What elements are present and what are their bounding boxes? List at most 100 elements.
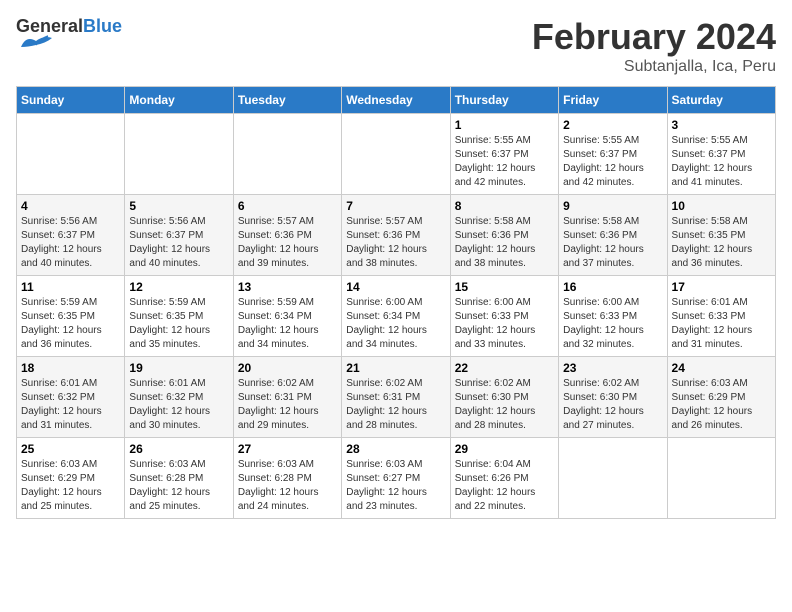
calendar-cell: 17Sunrise: 6:01 AMSunset: 6:33 PMDayligh… (667, 276, 775, 357)
calendar-cell (667, 438, 775, 519)
calendar-cell: 1 Sunrise: 5:55 AMSunset: 6:37 PMDaylight… (450, 114, 558, 195)
day-header-friday: Friday (559, 87, 667, 114)
calendar-cell: 3 Sunrise: 5:55 AMSunset: 6:37 PMDaylight… (667, 114, 775, 195)
day-number: 14 (346, 280, 445, 294)
day-header-tuesday: Tuesday (233, 87, 341, 114)
calendar-cell: 7 Sunrise: 5:57 AMSunset: 6:36 PMDaylight… (342, 195, 450, 276)
day-number: 7 (346, 199, 445, 213)
day-number: 29 (455, 442, 554, 456)
day-info: Sunrise: 5:59 AMSunset: 6:35 PMDaylight:… (129, 296, 228, 352)
logo: GeneralBlue (16, 16, 122, 51)
day-info: Sunrise: 6:01 AMSunset: 6:32 PMDaylight:… (21, 377, 120, 433)
day-number: 16 (563, 280, 662, 294)
calendar-cell: 18 Sunrise: 6:01 AMSunset: 6:32 PMDayligh… (17, 357, 125, 438)
calendar-cell: 10Sunrise: 5:58 AMSunset: 6:35 PMDayligh… (667, 195, 775, 276)
day-number: 3 (672, 118, 771, 132)
day-info: Sunrise: 5:58 AMSunset: 6:36 PMDaylight:… (563, 215, 662, 271)
day-number: 4 (21, 199, 120, 213)
calendar-cell: 28Sunrise: 6:03 AMSunset: 6:27 PMDayligh… (342, 438, 450, 519)
day-info: Sunrise: 6:02 AMSunset: 6:30 PMDaylight:… (563, 377, 662, 433)
location-subtitle: Subtanjalla, Ica, Peru (532, 58, 776, 76)
calendar-cell: 23Sunrise: 6:02 AMSunset: 6:30 PMDayligh… (559, 357, 667, 438)
week-row-3: 18 Sunrise: 6:01 AMSunset: 6:32 PMDayligh… (17, 357, 776, 438)
week-row-0: 1 Sunrise: 5:55 AMSunset: 6:37 PMDaylight… (17, 114, 776, 195)
day-info: Sunrise: 6:03 AMSunset: 6:28 PMDaylight:… (238, 458, 337, 514)
day-number: 20 (238, 361, 337, 375)
calendar-cell: 24 Sunrise: 6:03 AMSunset: 6:29 PMDayligh… (667, 357, 775, 438)
calendar-cell: 16 Sunrise: 6:00 AMSunset: 6:33 PMDayligh… (559, 276, 667, 357)
day-number: 9 (563, 199, 662, 213)
week-row-2: 11 Sunrise: 5:59 AMSunset: 6:35 PMDayligh… (17, 276, 776, 357)
day-number: 11 (21, 280, 120, 294)
day-number: 18 (21, 361, 120, 375)
day-header-wednesday: Wednesday (342, 87, 450, 114)
day-info: Sunrise: 5:56 AMSunset: 6:37 PMDaylight:… (129, 215, 228, 271)
day-info: Sunrise: 5:59 AMSunset: 6:34 PMDaylight:… (238, 296, 337, 352)
day-header-thursday: Thursday (450, 87, 558, 114)
calendar-cell: 29 Sunrise: 6:04 AMSunset: 6:26 PMDayligh… (450, 438, 558, 519)
day-info: Sunrise: 6:00 AMSunset: 6:34 PMDaylight:… (346, 296, 445, 352)
day-number: 2 (563, 118, 662, 132)
day-info: Sunrise: 6:00 AMSunset: 6:33 PMDaylight:… (563, 296, 662, 352)
calendar-cell: 14 Sunrise: 6:00 AMSunset: 6:34 PMDayligh… (342, 276, 450, 357)
logo-blue-text: Blue (83, 16, 122, 36)
day-number: 12 (129, 280, 228, 294)
day-info: Sunrise: 5:57 AMSunset: 6:36 PMDaylight:… (346, 215, 445, 271)
calendar-cell: 21 Sunrise: 6:02 AMSunset: 6:31 PMDayligh… (342, 357, 450, 438)
calendar-cell: 20 Sunrise: 6:02 AMSunset: 6:31 PMDayligh… (233, 357, 341, 438)
calendar-cell: 26 Sunrise: 6:03 AMSunset: 6:28 PMDayligh… (125, 438, 233, 519)
calendar-cell: 9 Sunrise: 5:58 AMSunset: 6:36 PMDaylight… (559, 195, 667, 276)
day-info: Sunrise: 5:55 AMSunset: 6:37 PMDaylight:… (563, 134, 662, 190)
day-number: 17 (672, 280, 771, 294)
day-info: Sunrise: 6:01 AMSunset: 6:32 PMDaylight:… (129, 377, 228, 433)
week-row-1: 4 Sunrise: 5:56 AMSunset: 6:37 PMDaylight… (17, 195, 776, 276)
calendar-cell: 15 Sunrise: 6:00 AMSunset: 6:33 PMDayligh… (450, 276, 558, 357)
calendar-cell: 12 Sunrise: 5:59 AMSunset: 6:35 PMDayligh… (125, 276, 233, 357)
calendar-cell: 22Sunrise: 6:02 AMSunset: 6:30 PMDayligh… (450, 357, 558, 438)
day-info: Sunrise: 5:59 AMSunset: 6:35 PMDaylight:… (21, 296, 120, 352)
day-number: 1 (455, 118, 554, 132)
day-number: 19 (129, 361, 228, 375)
calendar-cell: 5 Sunrise: 5:56 AMSunset: 6:37 PMDaylight… (125, 195, 233, 276)
day-info: Sunrise: 5:58 AMSunset: 6:35 PMDaylight:… (672, 215, 771, 271)
calendar-cell: 4 Sunrise: 5:56 AMSunset: 6:37 PMDaylight… (17, 195, 125, 276)
day-info: Sunrise: 5:58 AMSunset: 6:36 PMDaylight:… (455, 215, 554, 271)
day-number: 25 (21, 442, 120, 456)
calendar-cell: 27 Sunrise: 6:03 AMSunset: 6:28 PMDayligh… (233, 438, 341, 519)
calendar-cell: 6Sunrise: 5:57 AMSunset: 6:36 PMDaylight… (233, 195, 341, 276)
day-number: 8 (455, 199, 554, 213)
calendar-table: SundayMondayTuesdayWednesdayThursdayFrid… (16, 86, 776, 519)
day-info: Sunrise: 5:56 AMSunset: 6:37 PMDaylight:… (21, 215, 120, 271)
calendar-cell: 2 Sunrise: 5:55 AMSunset: 6:37 PMDaylight… (559, 114, 667, 195)
day-number: 5 (129, 199, 228, 213)
day-number: 21 (346, 361, 445, 375)
day-info: Sunrise: 6:02 AMSunset: 6:30 PMDaylight:… (455, 377, 554, 433)
day-info: Sunrise: 6:04 AMSunset: 6:26 PMDaylight:… (455, 458, 554, 514)
day-info: Sunrise: 5:57 AMSunset: 6:36 PMDaylight:… (238, 215, 337, 271)
day-info: Sunrise: 5:55 AMSunset: 6:37 PMDaylight:… (455, 134, 554, 190)
day-info: Sunrise: 6:00 AMSunset: 6:33 PMDaylight:… (455, 296, 554, 352)
calendar-cell: 25 Sunrise: 6:03 AMSunset: 6:29 PMDayligh… (17, 438, 125, 519)
day-number: 26 (129, 442, 228, 456)
day-header-saturday: Saturday (667, 87, 775, 114)
week-row-4: 25 Sunrise: 6:03 AMSunset: 6:29 PMDayligh… (17, 438, 776, 519)
day-info: Sunrise: 6:02 AMSunset: 6:31 PMDaylight:… (346, 377, 445, 433)
day-info: Sunrise: 6:03 AMSunset: 6:29 PMDaylight:… (672, 377, 771, 433)
day-number: 24 (672, 361, 771, 375)
day-number: 15 (455, 280, 554, 294)
calendar-cell (342, 114, 450, 195)
calendar-cell (17, 114, 125, 195)
logo-bird-icon (16, 33, 56, 51)
day-info: Sunrise: 5:55 AMSunset: 6:37 PMDaylight:… (672, 134, 771, 190)
calendar-cell: 11 Sunrise: 5:59 AMSunset: 6:35 PMDayligh… (17, 276, 125, 357)
day-header-sunday: Sunday (17, 87, 125, 114)
calendar-cell (233, 114, 341, 195)
day-info: Sunrise: 6:03 AMSunset: 6:28 PMDaylight:… (129, 458, 228, 514)
header: GeneralBlue February 2024 Subtanjalla, I… (16, 16, 776, 76)
day-info: Sunrise: 6:03 AMSunset: 6:29 PMDaylight:… (21, 458, 120, 514)
day-number: 27 (238, 442, 337, 456)
day-header-monday: Monday (125, 87, 233, 114)
day-info: Sunrise: 6:02 AMSunset: 6:31 PMDaylight:… (238, 377, 337, 433)
month-title: February 2024 (532, 16, 776, 58)
calendar-header-row: SundayMondayTuesdayWednesdayThursdayFrid… (17, 87, 776, 114)
